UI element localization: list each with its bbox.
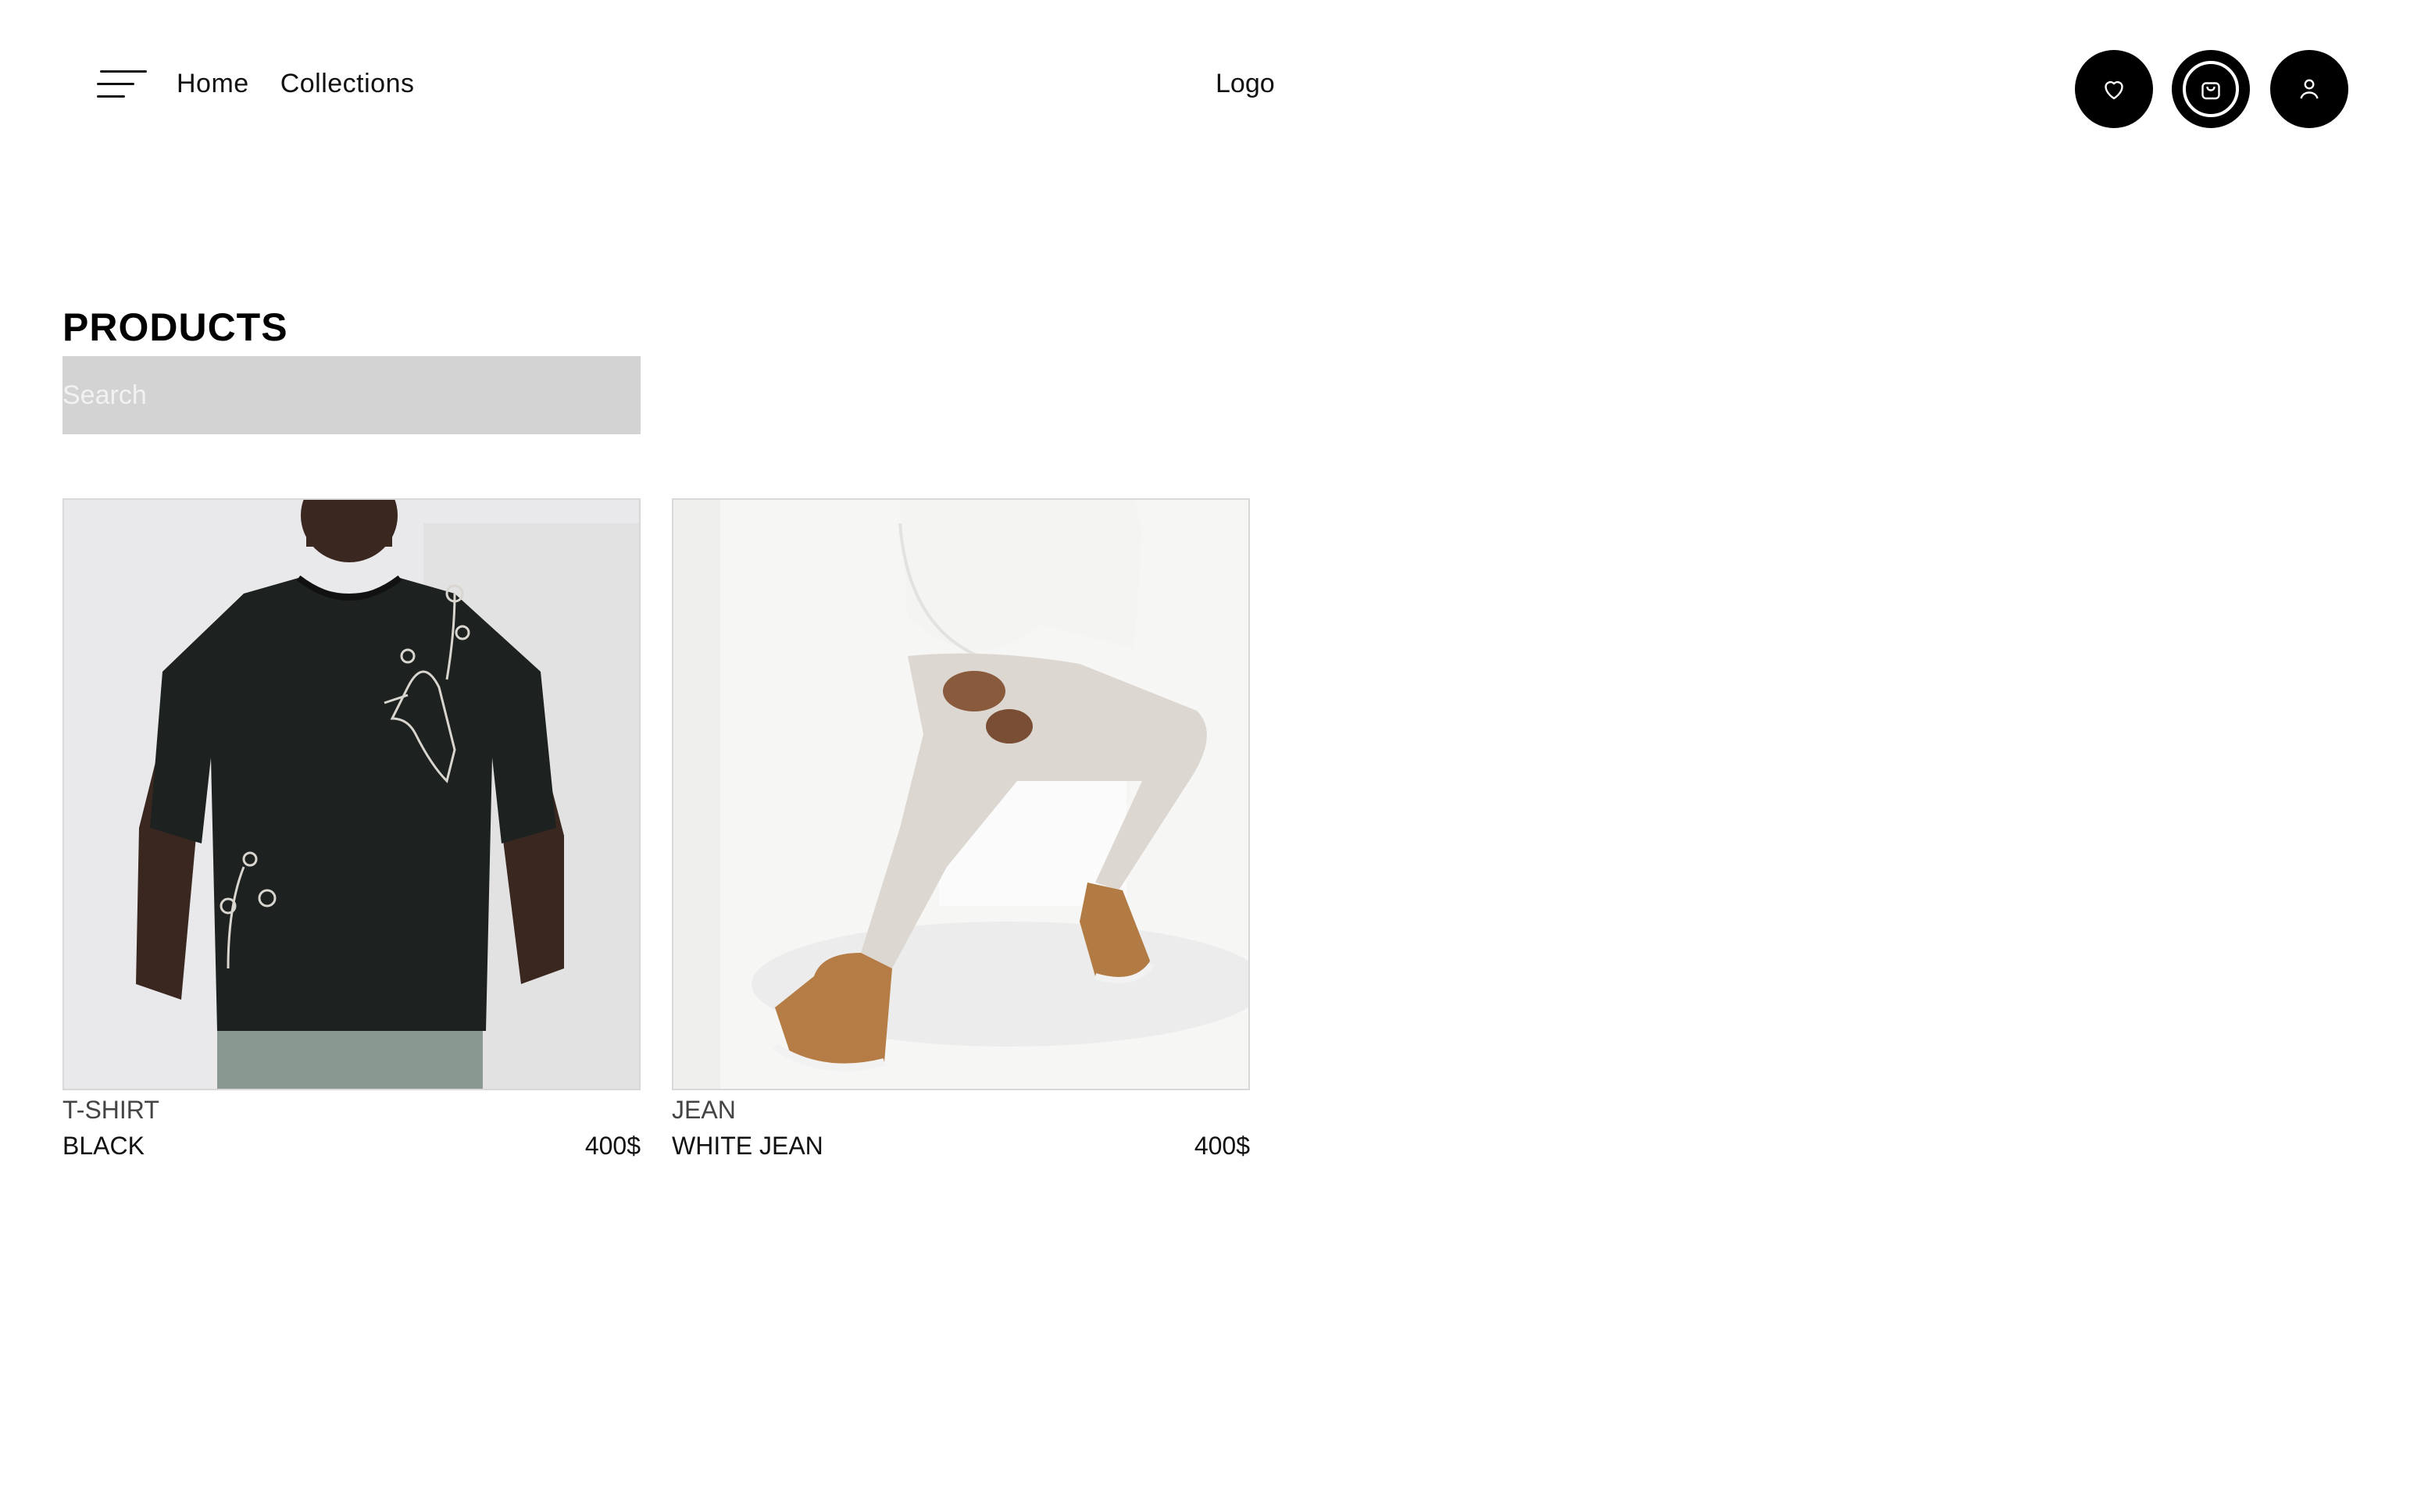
product-name[interactable]: BLACK (62, 1128, 145, 1164)
main-nav: Home Collections (177, 69, 415, 99)
product-name[interactable]: WHITE JEAN (672, 1128, 823, 1164)
page-title: PRODUCTS (62, 305, 288, 349)
white-jean-photo (673, 500, 1248, 1089)
product-card[interactable]: JEAN WHITE JEAN 400$ (672, 498, 1250, 1164)
heart-icon (2105, 80, 2123, 100)
account-button[interactable] (2270, 50, 2348, 128)
logo[interactable]: Logo (1216, 69, 1275, 99)
product-category: JEAN (672, 1096, 736, 1124)
hamburger-menu-icon[interactable] (97, 66, 147, 103)
product-image[interactable] (62, 498, 641, 1090)
product-info-row: BLACK 400$ (62, 1128, 641, 1164)
black-tshirt-photo (64, 500, 639, 1089)
search-input[interactable] (62, 356, 641, 434)
product-card[interactable]: T-SHIRT BLACK 400$ (62, 498, 641, 1164)
site-header: Home Collections Logo (0, 0, 2428, 180)
nav-home-link[interactable]: Home (177, 69, 249, 99)
product-info-row: WHITE JEAN 400$ (672, 1128, 1250, 1164)
product-category: T-SHIRT (62, 1096, 159, 1124)
product-price: 400$ (584, 1132, 641, 1160)
user-icon (2300, 79, 2319, 99)
product-image[interactable] (672, 498, 1250, 1090)
shopping-bag-icon (2201, 82, 2220, 100)
nav-collections-link[interactable]: Collections (280, 69, 415, 99)
product-price: 400$ (1194, 1132, 1250, 1160)
cart-button[interactable] (2172, 50, 2250, 128)
wishlist-button[interactable] (2075, 50, 2153, 128)
